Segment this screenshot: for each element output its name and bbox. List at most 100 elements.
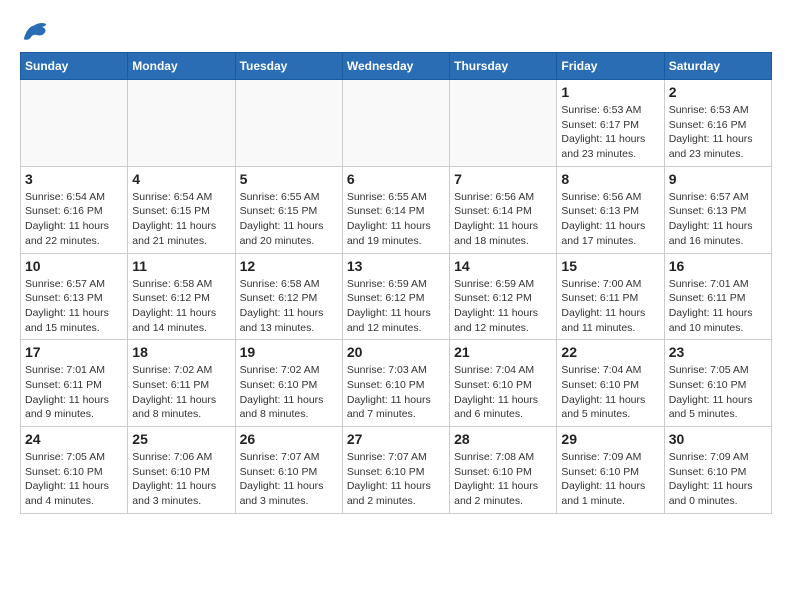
calendar-cell <box>342 80 449 167</box>
calendar-table: SundayMondayTuesdayWednesdayThursdayFrid… <box>20 52 772 514</box>
day-info: Sunrise: 6:58 AMSunset: 6:12 PMDaylight:… <box>132 277 230 336</box>
day-number: 11 <box>132 258 230 274</box>
calendar-cell: 2 Sunrise: 6:53 AMSunset: 6:16 PMDaylight… <box>664 80 771 167</box>
calendar-cell <box>235 80 342 167</box>
day-number: 20 <box>347 344 445 360</box>
calendar-cell: 23 Sunrise: 7:05 AMSunset: 6:10 PMDayligh… <box>664 340 771 427</box>
day-number: 28 <box>454 431 552 447</box>
day-info: Sunrise: 6:58 AMSunset: 6:12 PMDaylight:… <box>240 277 338 336</box>
calendar-day-header: Monday <box>128 53 235 80</box>
calendar-cell: 28 Sunrise: 7:08 AMSunset: 6:10 PMDayligh… <box>450 427 557 514</box>
calendar-cell: 22 Sunrise: 7:04 AMSunset: 6:10 PMDayligh… <box>557 340 664 427</box>
day-number: 18 <box>132 344 230 360</box>
day-info: Sunrise: 6:53 AMSunset: 6:17 PMDaylight:… <box>561 103 659 162</box>
calendar-day-header: Friday <box>557 53 664 80</box>
day-info: Sunrise: 7:04 AMSunset: 6:10 PMDaylight:… <box>561 363 659 422</box>
day-number: 25 <box>132 431 230 447</box>
calendar-cell: 4 Sunrise: 6:54 AMSunset: 6:15 PMDaylight… <box>128 166 235 253</box>
day-number: 12 <box>240 258 338 274</box>
calendar-cell: 19 Sunrise: 7:02 AMSunset: 6:10 PMDayligh… <box>235 340 342 427</box>
calendar-week-row: 17 Sunrise: 7:01 AMSunset: 6:11 PMDayligh… <box>21 340 772 427</box>
calendar-week-row: 24 Sunrise: 7:05 AMSunset: 6:10 PMDayligh… <box>21 427 772 514</box>
day-number: 21 <box>454 344 552 360</box>
day-info: Sunrise: 6:53 AMSunset: 6:16 PMDaylight:… <box>669 103 767 162</box>
day-info: Sunrise: 7:02 AMSunset: 6:10 PMDaylight:… <box>240 363 338 422</box>
day-number: 4 <box>132 171 230 187</box>
day-info: Sunrise: 7:00 AMSunset: 6:11 PMDaylight:… <box>561 277 659 336</box>
calendar-cell: 27Sunrise: 7:07 AMSunset: 6:10 PMDayligh… <box>342 427 449 514</box>
calendar-cell: 3 Sunrise: 6:54 AMSunset: 6:16 PMDaylight… <box>21 166 128 253</box>
page-header <box>20 20 772 42</box>
day-number: 16 <box>669 258 767 274</box>
calendar-cell: 15 Sunrise: 7:00 AMSunset: 6:11 PMDayligh… <box>557 253 664 340</box>
day-number: 13 <box>347 258 445 274</box>
calendar-cell: 10 Sunrise: 6:57 AMSunset: 6:13 PMDayligh… <box>21 253 128 340</box>
calendar-cell <box>21 80 128 167</box>
day-info: Sunrise: 7:07 AMSunset: 6:10 PMDaylight:… <box>347 450 445 509</box>
day-info: Sunrise: 7:08 AMSunset: 6:10 PMDaylight:… <box>454 450 552 509</box>
day-number: 10 <box>25 258 123 274</box>
day-number: 24 <box>25 431 123 447</box>
calendar-cell: 13 Sunrise: 6:59 AMSunset: 6:12 PMDayligh… <box>342 253 449 340</box>
day-number: 1 <box>561 84 659 100</box>
calendar-cell <box>450 80 557 167</box>
day-info: Sunrise: 6:57 AMSunset: 6:13 PMDaylight:… <box>25 277 123 336</box>
day-number: 9 <box>669 171 767 187</box>
calendar-header-row: SundayMondayTuesdayWednesdayThursdayFrid… <box>21 53 772 80</box>
calendar-cell: 20 Sunrise: 7:03 AMSunset: 6:10 PMDayligh… <box>342 340 449 427</box>
day-number: 26 <box>240 431 338 447</box>
calendar-cell: 12 Sunrise: 6:58 AMSunset: 6:12 PMDayligh… <box>235 253 342 340</box>
day-number: 3 <box>25 171 123 187</box>
day-number: 30 <box>669 431 767 447</box>
calendar-cell: 1 Sunrise: 6:53 AMSunset: 6:17 PMDaylight… <box>557 80 664 167</box>
day-info: Sunrise: 7:05 AMSunset: 6:10 PMDaylight:… <box>669 363 767 422</box>
calendar-day-header: Saturday <box>664 53 771 80</box>
day-number: 14 <box>454 258 552 274</box>
calendar-cell: 25 Sunrise: 7:06 AMSunset: 6:10 PMDayligh… <box>128 427 235 514</box>
day-info: Sunrise: 7:04 AMSunset: 6:10 PMDaylight:… <box>454 363 552 422</box>
day-number: 6 <box>347 171 445 187</box>
calendar-cell: 26 Sunrise: 7:07 AMSunset: 6:10 PMDayligh… <box>235 427 342 514</box>
calendar-day-header: Sunday <box>21 53 128 80</box>
day-number: 2 <box>669 84 767 100</box>
calendar-week-row: 1 Sunrise: 6:53 AMSunset: 6:17 PMDaylight… <box>21 80 772 167</box>
day-info: Sunrise: 7:01 AMSunset: 6:11 PMDaylight:… <box>25 363 123 422</box>
calendar-week-row: 10 Sunrise: 6:57 AMSunset: 6:13 PMDayligh… <box>21 253 772 340</box>
day-info: Sunrise: 7:07 AMSunset: 6:10 PMDaylight:… <box>240 450 338 509</box>
day-number: 8 <box>561 171 659 187</box>
day-number: 23 <box>669 344 767 360</box>
day-info: Sunrise: 6:54 AMSunset: 6:16 PMDaylight:… <box>25 190 123 249</box>
calendar-cell: 8 Sunrise: 6:56 AMSunset: 6:13 PMDaylight… <box>557 166 664 253</box>
day-number: 29 <box>561 431 659 447</box>
calendar-cell: 14 Sunrise: 6:59 AMSunset: 6:12 PMDayligh… <box>450 253 557 340</box>
logo <box>20 20 52 42</box>
day-info: Sunrise: 7:06 AMSunset: 6:10 PMDaylight:… <box>132 450 230 509</box>
calendar-cell: 11 Sunrise: 6:58 AMSunset: 6:12 PMDayligh… <box>128 253 235 340</box>
day-info: Sunrise: 7:09 AMSunset: 6:10 PMDaylight:… <box>561 450 659 509</box>
calendar-cell: 16 Sunrise: 7:01 AMSunset: 6:11 PMDayligh… <box>664 253 771 340</box>
day-number: 7 <box>454 171 552 187</box>
day-info: Sunrise: 7:01 AMSunset: 6:11 PMDaylight:… <box>669 277 767 336</box>
day-info: Sunrise: 6:59 AMSunset: 6:12 PMDaylight:… <box>347 277 445 336</box>
day-info: Sunrise: 6:59 AMSunset: 6:12 PMDaylight:… <box>454 277 552 336</box>
calendar-day-header: Thursday <box>450 53 557 80</box>
calendar-cell: 17 Sunrise: 7:01 AMSunset: 6:11 PMDayligh… <box>21 340 128 427</box>
day-number: 15 <box>561 258 659 274</box>
calendar-cell: 7 Sunrise: 6:56 AMSunset: 6:14 PMDaylight… <box>450 166 557 253</box>
day-info: Sunrise: 7:05 AMSunset: 6:10 PMDaylight:… <box>25 450 123 509</box>
calendar-cell <box>128 80 235 167</box>
calendar-cell: 21 Sunrise: 7:04 AMSunset: 6:10 PMDayligh… <box>450 340 557 427</box>
calendar-cell: 29 Sunrise: 7:09 AMSunset: 6:10 PMDayligh… <box>557 427 664 514</box>
day-info: Sunrise: 6:54 AMSunset: 6:15 PMDaylight:… <box>132 190 230 249</box>
calendar-cell: 6 Sunrise: 6:55 AMSunset: 6:14 PMDaylight… <box>342 166 449 253</box>
logo-bird-icon <box>20 20 48 42</box>
day-info: Sunrise: 6:55 AMSunset: 6:14 PMDaylight:… <box>347 190 445 249</box>
day-info: Sunrise: 6:56 AMSunset: 6:14 PMDaylight:… <box>454 190 552 249</box>
day-number: 22 <box>561 344 659 360</box>
day-info: Sunrise: 7:03 AMSunset: 6:10 PMDaylight:… <box>347 363 445 422</box>
calendar-day-header: Wednesday <box>342 53 449 80</box>
day-number: 17 <box>25 344 123 360</box>
calendar-week-row: 3 Sunrise: 6:54 AMSunset: 6:16 PMDaylight… <box>21 166 772 253</box>
day-info: Sunrise: 6:56 AMSunset: 6:13 PMDaylight:… <box>561 190 659 249</box>
day-number: 19 <box>240 344 338 360</box>
